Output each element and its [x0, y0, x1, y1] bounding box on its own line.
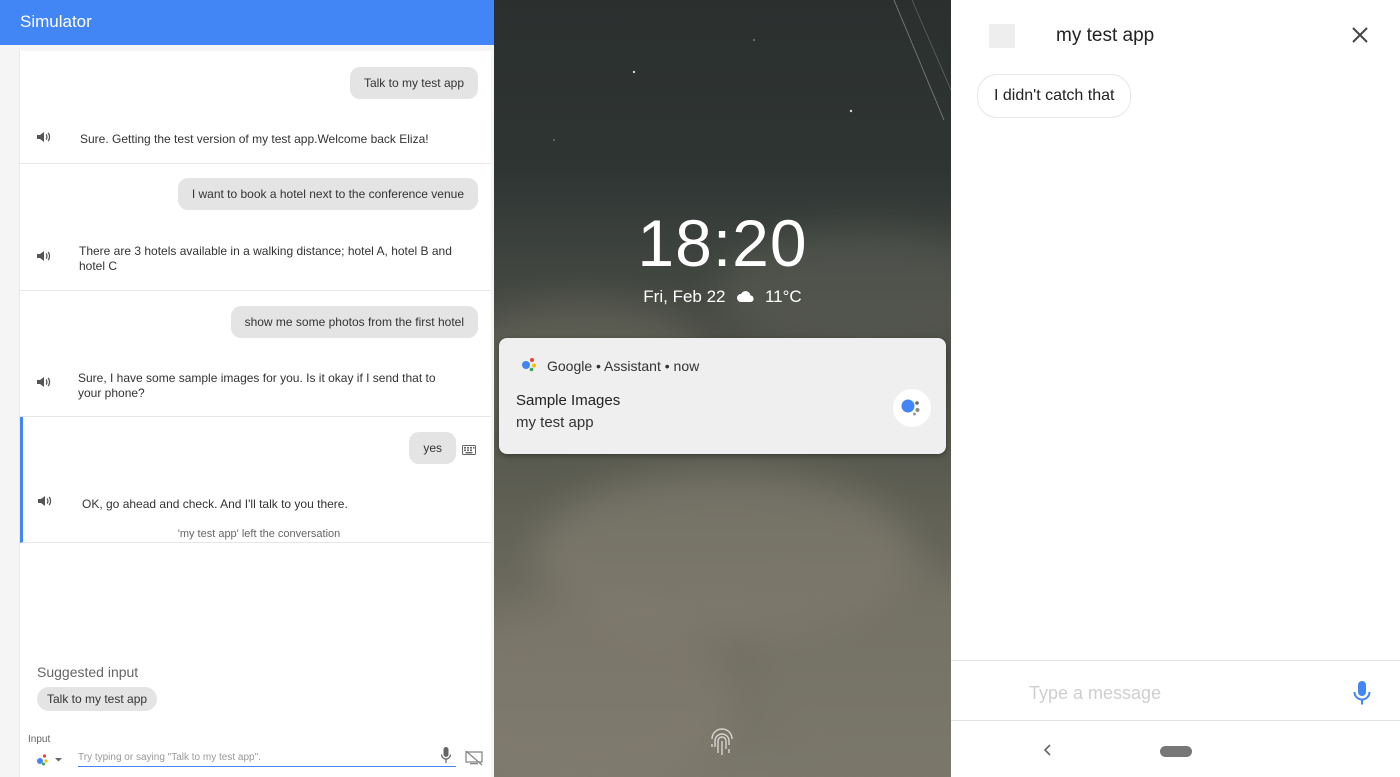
- screen: Simulator Talk to my test app Sure. Gett…: [0, 0, 1400, 777]
- conversation-turn[interactable]: I want to book a hotel next to the confe…: [20, 164, 491, 291]
- keyboard-icon: [462, 445, 476, 455]
- simulator-pane: Simulator Talk to my test app Sure. Gett…: [0, 0, 494, 777]
- suggested-input-label: Suggested input: [37, 664, 139, 680]
- conversation-turn-active[interactable]: yes OK, go ahead and check. And I'll tal…: [20, 417, 491, 543]
- assistant-reply: Sure. Getting the test version of my tes…: [80, 132, 429, 146]
- assistant-notification[interactable]: Google • Assistant • now Sample Images m…: [499, 338, 946, 454]
- simulator-input[interactable]: [78, 749, 428, 765]
- home-button[interactable]: [1160, 746, 1192, 757]
- lockscreen-date: Fri, Feb 22: [643, 287, 726, 306]
- assistant-reply: Sure, I have some sample images for you.…: [78, 371, 436, 400]
- assistant-avatar: [893, 389, 931, 427]
- screen-off-icon[interactable]: [465, 750, 483, 766]
- bot-message: I didn't catch that: [977, 74, 1132, 118]
- lockscreen-temperature: 11°C: [764, 287, 802, 306]
- notification-subtitle: my test app: [516, 414, 594, 431]
- assistant-reply: OK, go ahead and check. And I'll talk to…: [82, 497, 348, 511]
- input-underline: [78, 766, 456, 767]
- chat-footer: [951, 660, 1400, 777]
- conversation-turn[interactable]: Talk to my test app Sure. Getting the te…: [20, 51, 491, 164]
- user-message[interactable]: Talk to my test app: [349, 67, 478, 99]
- simulator-title: Simulator: [0, 0, 494, 45]
- chat-app: my test app I didn't catch that: [951, 0, 1400, 777]
- star-sky: [553, 0, 951, 141]
- cloud-icon: [737, 291, 754, 302]
- input-label: Input: [28, 734, 51, 745]
- close-icon[interactable]: [1351, 26, 1369, 44]
- google-assistant-icon: [522, 358, 536, 372]
- speaker-icon[interactable]: [36, 249, 52, 263]
- user-message[interactable]: yes: [409, 432, 456, 464]
- message-input[interactable]: [1029, 682, 1329, 704]
- mic-icon[interactable]: [440, 746, 452, 764]
- back-icon[interactable]: [1041, 743, 1053, 757]
- lockscreen-date-weather: Fri, Feb 22 11°C: [494, 287, 951, 307]
- notification-title: Sample Images: [516, 392, 621, 409]
- speaker-icon[interactable]: [37, 494, 53, 508]
- chat-app-title: my test app: [1056, 25, 1155, 46]
- user-message[interactable]: show me some photos from the first hotel: [230, 306, 478, 338]
- conversation-end-note: 'my test app' left the conversation: [177, 528, 341, 540]
- mic-icon[interactable]: [1352, 680, 1372, 706]
- user-message[interactable]: I want to book a hotel next to the confe…: [177, 178, 478, 210]
- suggestion-chip[interactable]: Talk to my test app: [37, 687, 158, 711]
- speaker-icon[interactable]: [36, 375, 52, 389]
- assistant-source-dropdown[interactable]: [36, 752, 66, 766]
- notification-header: Google • Assistant • now: [547, 358, 700, 374]
- fingerprint-icon[interactable]: [708, 727, 736, 759]
- speaker-icon[interactable]: [36, 130, 52, 144]
- assistant-reply: There are 3 hotels available in a walkin…: [79, 244, 452, 273]
- app-icon: [989, 24, 1015, 48]
- android-nav-bar: [951, 720, 1400, 777]
- conversation-turn[interactable]: show me some photos from the first hotel…: [20, 291, 491, 417]
- lockscreen-clock: 18:20: [637, 206, 808, 280]
- phone-lockscreen: 18:20 Fri, Feb 22 11°C Google • Assistan…: [494, 0, 951, 777]
- assistant-logo-icon: [901, 399, 920, 416]
